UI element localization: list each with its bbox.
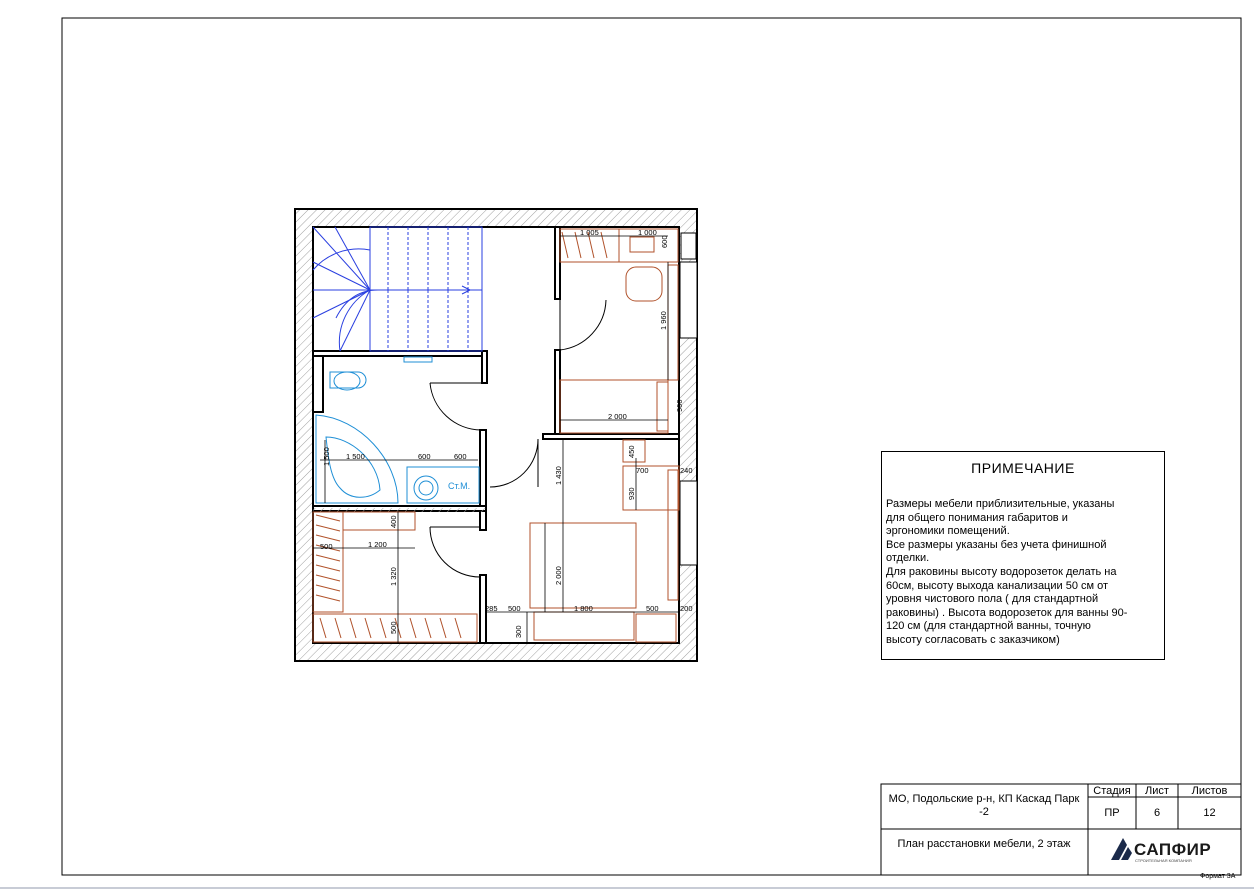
- dim-600-a: 600: [418, 452, 431, 461]
- dim-1500-v: 1 500: [322, 447, 331, 466]
- dim-500-left: 500: [320, 542, 333, 551]
- dim-2000-bed2: 2 000: [554, 566, 563, 585]
- radiator: [403, 356, 433, 363]
- note-text: Размеры мебели приблизительные, указаны …: [886, 498, 1128, 646]
- drawing-sheet: 1 005 1 000 600 1 960 900 2 000 1 500 60…: [0, 17, 1254, 889]
- dim-700: 700: [636, 466, 649, 475]
- dim-1005: 1 005: [580, 228, 599, 237]
- dim-285: 285: [485, 604, 498, 613]
- dim-600-top: 600: [660, 235, 669, 248]
- stage-header: Стадия: [1093, 785, 1131, 797]
- sheets-value: 12: [1203, 807, 1216, 819]
- dim-1000: 1 000: [638, 228, 657, 237]
- washing-machine-label: Ст.М.: [448, 481, 470, 491]
- dim-1320: 1 320: [389, 567, 398, 586]
- dim-300: 300: [514, 625, 523, 638]
- company-name: САПФИР: [1134, 840, 1212, 859]
- sheet-header: Лист: [1145, 785, 1169, 797]
- dim-600-b: 600: [454, 452, 467, 461]
- dim-450: 450: [627, 445, 636, 458]
- dim-1430: 1 430: [554, 466, 563, 485]
- dim-240: 240: [680, 466, 693, 475]
- staircase: [312, 226, 483, 352]
- sheet-value: 6: [1153, 807, 1161, 819]
- floor-plan: 1 005 1 000 600 1 960 900 2 000 1 500 60…: [294, 208, 698, 662]
- sheet-frame: [61, 17, 1242, 876]
- window-right-0: [680, 232, 697, 260]
- note-title: ПРИМЕЧАНИЕ: [971, 460, 1075, 476]
- dim-1500: 1 500: [346, 452, 365, 461]
- company-subtitle: СТРОИТЕЛЬНАЯ КОМПАНИЯ: [1135, 858, 1192, 863]
- dim-1200: 1 200: [368, 540, 387, 549]
- dim-930: 930: [627, 487, 636, 500]
- dim-2000-bed1: 2 000: [608, 412, 627, 421]
- sheets-header: Листов: [1191, 785, 1228, 797]
- dim-200: 200: [680, 604, 693, 613]
- stage-value: ПР: [1104, 807, 1120, 819]
- dim-400: 400: [389, 515, 398, 528]
- dim-900-desk: 900: [675, 399, 684, 412]
- dim-1800: 1 800: [574, 604, 593, 613]
- company-logo-icon: [1111, 838, 1132, 860]
- dim-500-b: 500: [646, 604, 659, 613]
- format-label: Формат 3А: [1200, 873, 1236, 880]
- window-right-1: [679, 261, 698, 339]
- window-right-2: [679, 480, 698, 566]
- dim-500-v: 500: [389, 621, 398, 634]
- note-box: ПРИМЕЧАНИЕ Размеры мебели приблизительны…: [881, 451, 1165, 660]
- dim-500-a: 500: [508, 604, 521, 613]
- sheet-title: План расстановки мебели, 2 этаж: [897, 838, 1071, 850]
- dim-1960: 1 960: [659, 311, 668, 330]
- project-address: МО, Подольские р-н, КП Каскад Парк -2: [888, 793, 1080, 818]
